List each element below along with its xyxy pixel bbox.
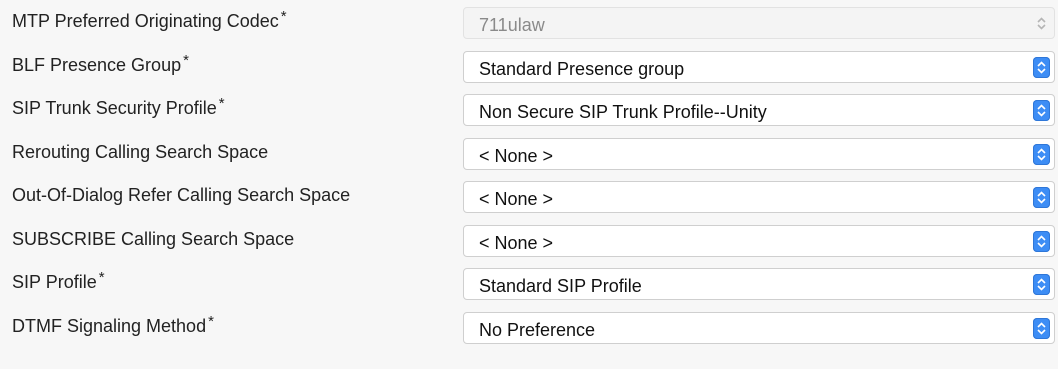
select-value: Standard SIP Profile	[479, 276, 642, 296]
required-marker: *	[98, 269, 105, 286]
field-label: Out-Of-Dialog Refer Calling Search Space	[12, 185, 351, 205]
field-label: SUBSCRIBE Calling Search Space	[12, 229, 295, 249]
blf-presence-group-select[interactable]: Standard Presence group	[463, 51, 1055, 83]
field-sip-profile: SIP Profile * Standard SIP Profile	[0, 268, 1058, 304]
required-marker: *	[183, 52, 189, 69]
field-out-of-dialog-refer-calling-search-space: Out-Of-Dialog Refer Calling Search Space…	[0, 181, 1058, 217]
required-marker: *	[280, 8, 287, 25]
chevron-up-down-icon	[1033, 13, 1050, 34]
field-rerouting-calling-search-space: Rerouting Calling Search Space < None >	[0, 138, 1058, 174]
dtmf-signaling-method-select[interactable]: No Preference	[463, 312, 1055, 344]
field-subscribe-calling-search-space: SUBSCRIBE Calling Search Space < None >	[0, 225, 1058, 261]
chevron-up-down-icon	[1033, 318, 1050, 339]
select-value: 711ulaw	[479, 15, 545, 35]
field-dtmf-signaling-method: DTMF Signaling Method * No Preference	[0, 312, 1058, 348]
select-value: < None >	[479, 146, 554, 166]
field-label: SIP Trunk Security Profile *	[12, 95, 225, 118]
select-value: Non Secure SIP Trunk Profile--Unity	[479, 102, 767, 122]
rerouting-calling-search-space-select[interactable]: < None >	[463, 138, 1055, 170]
select-value: < None >	[479, 233, 554, 253]
chevron-up-down-icon	[1033, 231, 1050, 252]
out-of-dialog-refer-calling-search-space-select[interactable]: < None >	[463, 181, 1055, 213]
chevron-up-down-icon	[1033, 100, 1050, 121]
chevron-up-down-icon	[1033, 57, 1050, 78]
select-value: Standard Presence group	[479, 59, 685, 79]
field-sip-trunk-security-profile: SIP Trunk Security Profile * Non Secure S…	[0, 94, 1058, 130]
chevron-up-down-icon	[1033, 274, 1050, 295]
field-label: Rerouting Calling Search Space	[12, 142, 269, 162]
select-value: < None >	[479, 189, 554, 209]
field-label: MTP Preferred Originating Codec *	[12, 8, 287, 31]
chevron-up-down-icon	[1033, 187, 1050, 208]
sip-profile-select[interactable]: Standard SIP Profile	[463, 268, 1055, 300]
required-marker: *	[218, 95, 225, 112]
chevron-up-down-icon	[1033, 144, 1050, 165]
field-blf-presence-group: BLF Presence Group * Standard Presence gr…	[0, 51, 1058, 87]
field-label: SIP Profile *	[12, 269, 105, 292]
subscribe-calling-search-space-select[interactable]: < None >	[463, 225, 1055, 257]
sip-trunk-security-profile-select[interactable]: Non Secure SIP Trunk Profile--Unity	[463, 94, 1055, 126]
field-label: BLF Presence Group *	[12, 52, 189, 75]
required-marker: *	[208, 313, 214, 330]
field-label: DTMF Signaling Method *	[12, 313, 214, 336]
mtp-preferred-originating-codec-select: 711ulaw	[463, 7, 1055, 39]
select-value: No Preference	[479, 320, 596, 340]
field-mtp-preferred-originating-codec: MTP Preferred Originating Codec * 711ulaw	[0, 7, 1058, 43]
